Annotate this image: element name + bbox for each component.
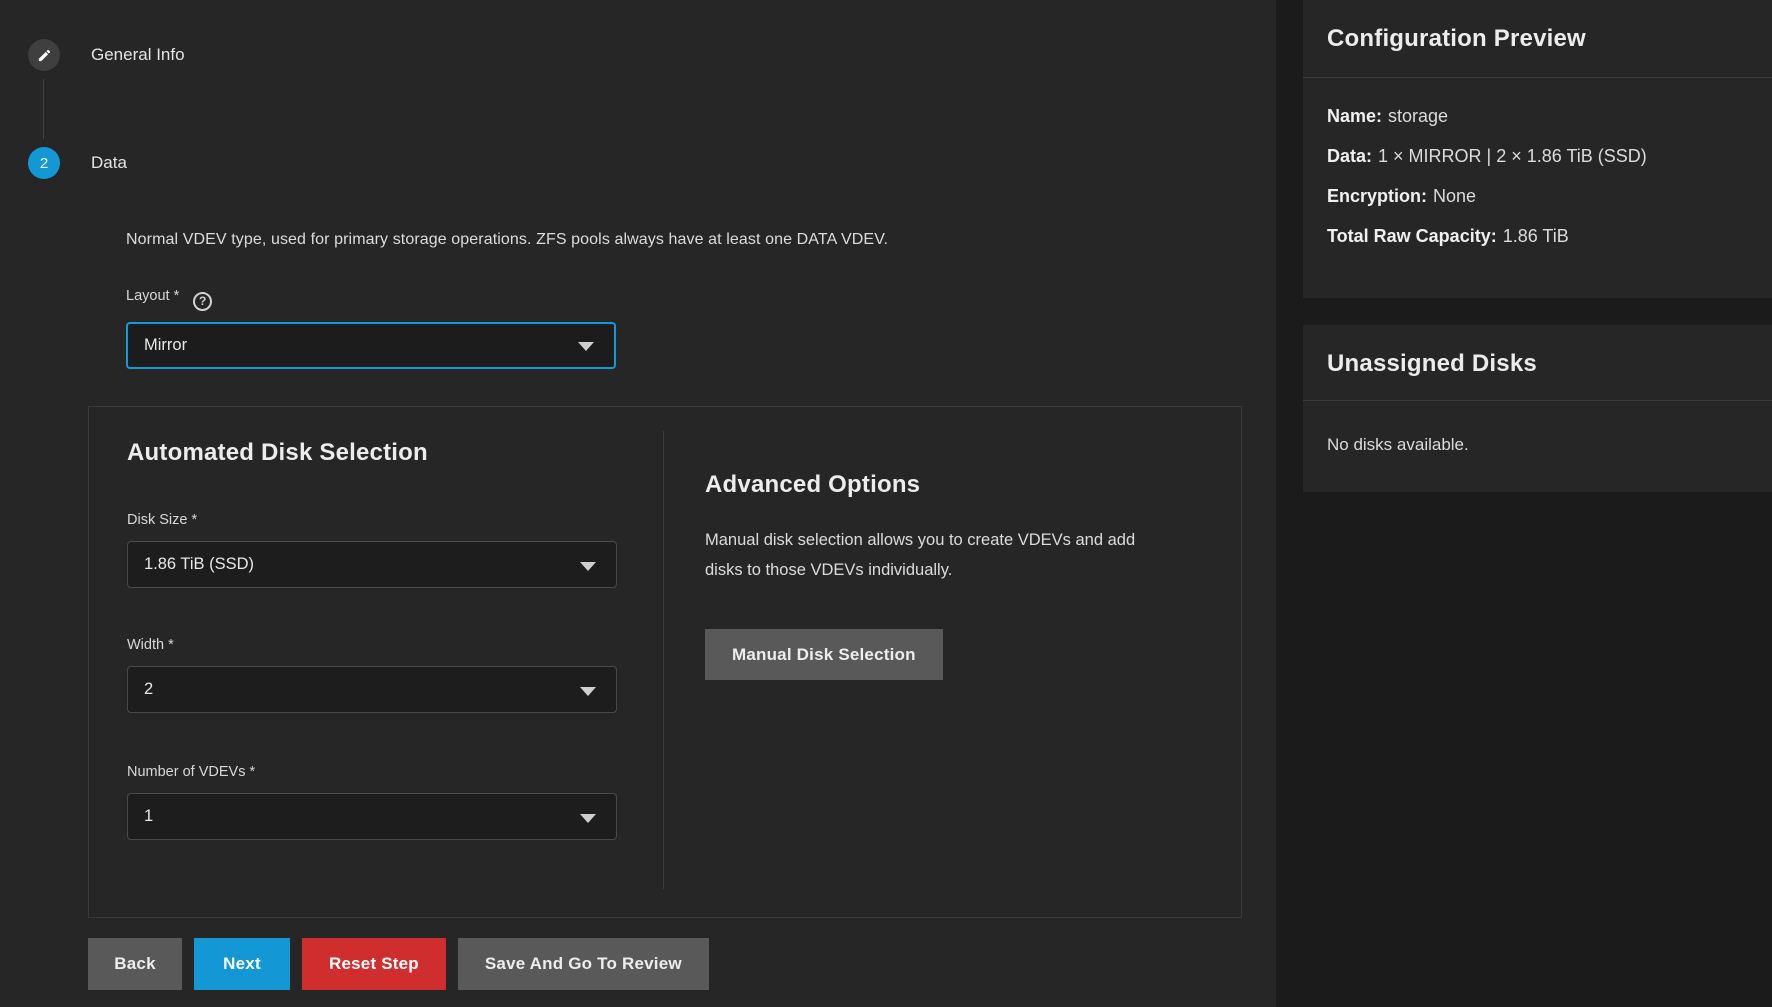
unassigned-disks-title: Unassigned Disks [1303,325,1772,378]
vdev-description-text: Normal VDEV type, used for primary stora… [126,231,1086,249]
unassigned-disks-panel: Unassigned Disks No disks available. [1303,325,1772,492]
wizard-actions: Back Next Reset Step Save And Go To Revi… [88,938,709,990]
stepper-step-general-info[interactable]: General Info [28,39,185,71]
preview-row-value: 1 × MIRROR | 2 × 1.86 TiB (SSD) [1378,146,1647,166]
width-field: Width * 2 [127,636,663,713]
dropdown-arrow-icon [578,342,594,351]
preview-row-value: storage [1388,106,1448,126]
step-label-general-info: General Info [91,45,185,65]
save-and-go-to-review-button[interactable]: Save And Go To Review [458,938,709,990]
configuration-preview-panel: Configuration Preview Name: storage Data:… [1303,0,1772,298]
width-value: 2 [144,680,153,699]
preview-row-value: 1.86 TiB [1503,226,1569,246]
next-button[interactable]: Next [194,938,290,990]
step-indicator-general-info [28,39,60,71]
disk-size-value: 1.86 TiB (SSD) [144,555,254,574]
pool-creation-wizard: General Info 2 Data Normal VDEV type, us… [0,0,1772,1007]
number-of-vdevs-select[interactable]: 1 [127,793,617,840]
preview-row-label: Encryption: [1327,186,1427,206]
configuration-preview-rows: Name: storage Data: 1 × MIRROR | 2 × 1.86 … [1303,78,1772,247]
disk-size-label: Disk Size * [127,512,197,528]
stepper-connector-line [43,79,44,139]
number-of-vdevs-value: 1 [144,807,153,826]
dropdown-arrow-icon [580,562,596,571]
reset-step-button[interactable]: Reset Step [302,938,446,990]
advanced-options-section: Advanced Options Manual disk selection a… [663,431,1241,889]
preview-row-value: None [1433,186,1476,206]
preview-row-encryption: Encryption: None [1327,186,1748,207]
number-of-vdevs-field: Number of VDEVs * 1 [127,763,663,840]
dropdown-arrow-icon [580,687,596,696]
disk-size-select[interactable]: 1.86 TiB (SSD) [127,541,617,588]
help-circle-icon[interactable]: ? [193,292,212,311]
layout-label: Layout * [126,288,179,304]
width-label: Width * [127,637,174,653]
configuration-preview-title: Configuration Preview [1303,0,1772,53]
dropdown-arrow-icon [580,814,596,823]
automated-disk-selection-section: Automated Disk Selection Disk Size * 1.8… [89,407,663,917]
wizard-main-area: General Info 2 Data Normal VDEV type, us… [0,0,1276,1007]
step-indicator-data: 2 [28,147,60,179]
edit-icon [37,48,52,63]
back-button[interactable]: Back [88,938,182,990]
disk-selection-card: Automated Disk Selection Disk Size * 1.8… [88,406,1242,918]
layout-select[interactable]: Mirror [126,322,616,369]
preview-row-name: Name: storage [1327,106,1748,127]
stepper-step-data[interactable]: 2 Data [28,147,127,179]
preview-row-data: Data: 1 × MIRROR | 2 × 1.86 TiB (SSD) [1327,146,1748,167]
step-label-data: Data [91,153,127,173]
step-number: 2 [40,155,48,172]
preview-row-label: Total Raw Capacity: [1327,226,1497,246]
layout-select-value: Mirror [144,336,187,355]
disk-size-field: Disk Size * 1.86 TiB (SSD) [127,511,663,588]
preview-row-label: Name: [1327,106,1382,126]
automated-disk-selection-title: Automated Disk Selection [127,439,663,467]
layout-field: Layout *? Mirror [126,287,616,369]
manual-disk-selection-button[interactable]: Manual Disk Selection [705,629,943,680]
width-select[interactable]: 2 [127,666,617,713]
preview-row-label: Data: [1327,146,1372,166]
unassigned-disks-empty-message: No disks available. [1303,401,1772,455]
number-of-vdevs-label: Number of VDEVs * [127,764,255,780]
preview-row-total-raw-capacity: Total Raw Capacity: 1.86 TiB [1327,226,1748,247]
advanced-options-description: Manual disk selection allows you to crea… [705,525,1161,585]
advanced-options-title: Advanced Options [705,471,1241,499]
